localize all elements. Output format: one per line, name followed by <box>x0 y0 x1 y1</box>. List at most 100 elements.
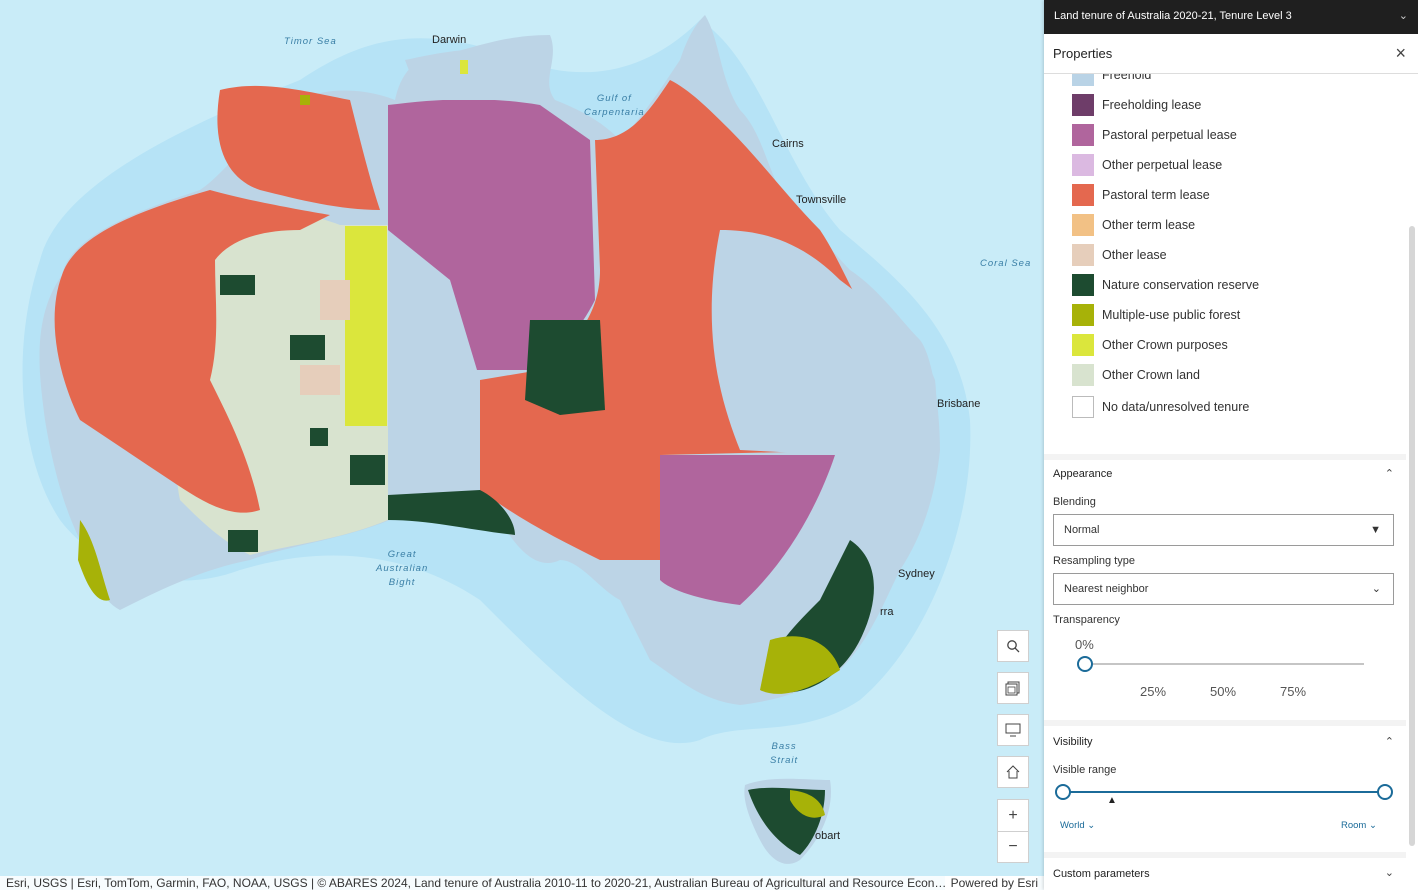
legend-swatch <box>1072 124 1094 146</box>
range-min-handle[interactable] <box>1055 784 1071 800</box>
attribution-text: Esri, USGS | Esri, TomTom, Garmin, FAO, … <box>6 876 947 890</box>
plus-icon: + <box>1008 806 1018 824</box>
close-icon[interactable]: × <box>1395 43 1406 64</box>
legend-item: Nature conservation reserve <box>1072 274 1259 296</box>
city-label: Sydney <box>898 568 935 580</box>
chevron-down-icon[interactable]: ⌄ <box>1385 866 1394 879</box>
basemap-gallery-icon <box>1005 681 1020 696</box>
legend-item: Other lease <box>1072 244 1167 266</box>
transparency-value: 0% <box>1075 637 1094 652</box>
legend-item: Freeholding lease <box>1072 94 1201 116</box>
properties-header: Properties × <box>1044 34 1418 74</box>
legend-label: Nature conservation reserve <box>1102 278 1260 292</box>
legend-swatch <box>1072 334 1094 356</box>
city-label: Darwin <box>432 34 467 46</box>
legend-label: Pastoral perpetual lease <box>1102 128 1237 142</box>
slider-tick-label: 75% <box>1280 684 1307 699</box>
map-canvas[interactable] <box>0 0 1044 890</box>
min-scale-select[interactable]: World ⌄ <box>1060 820 1095 831</box>
legend-swatch <box>1072 94 1094 116</box>
chevron-up-icon[interactable]: ⌃ <box>1385 467 1394 480</box>
screen-button[interactable] <box>997 714 1029 746</box>
blending-select[interactable]: Normal ▼ <box>1053 514 1394 546</box>
legend-item: Other term lease <box>1072 214 1195 236</box>
chevron-up-icon[interactable]: ⌃ <box>1385 735 1394 748</box>
max-scale-select[interactable]: Room ⌄ <box>1341 820 1377 831</box>
legend-label: Other term lease <box>1102 218 1196 232</box>
current-scale-marker: ▲ <box>1107 795 1117 806</box>
zoom-out-button[interactable]: − <box>997 831 1029 863</box>
legend-label: Other lease <box>1102 248 1167 262</box>
resampling-select[interactable]: Nearest neighbor ⌄ <box>1053 573 1394 605</box>
sea-label: Bass Strait <box>770 741 799 766</box>
scrollbar-thumb[interactable] <box>1409 226 1415 846</box>
resampling-label: Resampling type <box>1053 555 1135 567</box>
attribution-bar: Esri, USGS | Esri, TomTom, Garmin, FAO, … <box>0 876 1044 890</box>
basemap-gallery-button[interactable] <box>997 672 1029 704</box>
search-button[interactable] <box>997 630 1029 662</box>
range-max-handle[interactable] <box>1377 784 1393 800</box>
legend-label: Other Crown land <box>1102 368 1200 382</box>
caret-down-icon: ▼ <box>1370 524 1381 536</box>
powered-by-link[interactable]: Powered by Esri <box>944 876 1038 890</box>
legend-label: Multiple-use public forest <box>1102 308 1241 322</box>
city-label: Cairns <box>772 138 804 150</box>
resampling-value: Nearest neighbor <box>1064 583 1149 595</box>
legend-label: Other perpetual lease <box>1102 158 1223 172</box>
legend-swatch <box>1072 214 1094 236</box>
properties-panel: Land tenure of Australia 2020-21, Tenure… <box>1044 0 1418 890</box>
legend-swatch <box>1072 154 1094 176</box>
city-label: Brisbane <box>937 398 981 410</box>
sea-label: Timor Sea <box>284 36 337 47</box>
sea-label: Gulf of Carpentaria <box>584 93 645 118</box>
legend-swatch <box>1072 244 1094 266</box>
legend-item: Other Crown purposes <box>1072 334 1228 356</box>
visible-range-slider[interactable] <box>1062 791 1386 793</box>
sea-label: Great Australian Bight <box>376 549 429 588</box>
sea-label: Coral Sea <box>980 258 1032 269</box>
legend-swatch <box>1072 364 1094 386</box>
divider <box>1044 852 1406 858</box>
chevron-down-icon: ⌄ <box>1371 583 1381 595</box>
legend-swatch <box>1072 396 1094 418</box>
legend-item: Pastoral perpetual lease <box>1072 124 1237 146</box>
chevron-down-icon[interactable]: ⌄ <box>1399 0 1408 32</box>
legend-label: Freeholding lease <box>1102 98 1202 112</box>
slider-tick-label: 50% <box>1210 684 1237 699</box>
appearance-heading[interactable]: Appearance <box>1053 468 1112 480</box>
legend-item: No data/unresolved tenure <box>1072 396 1249 418</box>
legend-item: Freehold <box>1072 74 1151 86</box>
legend-swatch <box>1072 74 1094 86</box>
map-view[interactable]: Darwin Cairns Townsville Brisbane Sydney… <box>0 0 1044 890</box>
blending-value: Normal <box>1064 524 1100 536</box>
legend-item: Other Crown land <box>1072 364 1200 386</box>
zoom-in-button[interactable]: + <box>997 799 1029 831</box>
legend-item: Multiple-use public forest <box>1072 304 1240 326</box>
transparency-slider[interactable] <box>1084 663 1364 665</box>
min-scale-label: World <box>1060 820 1085 831</box>
legend-label: Other Crown purposes <box>1102 338 1228 352</box>
transparency-slider-handle[interactable] <box>1077 656 1093 672</box>
slider-tick-label: 25% <box>1140 684 1167 699</box>
screen-icon <box>1005 723 1021 737</box>
city-label: Townsville <box>796 194 847 206</box>
custom-parameters-heading[interactable]: Custom parameters <box>1053 868 1150 880</box>
legend-swatch <box>1072 304 1094 326</box>
legend-item: Other perpetual lease <box>1072 154 1222 176</box>
layer-title-bar[interactable]: Land tenure of Australia 2020-21, Tenure… <box>1044 0 1418 34</box>
search-icon <box>1007 640 1020 653</box>
visible-range-label: Visible range <box>1053 764 1117 776</box>
home-button[interactable] <box>997 756 1029 788</box>
scrollbar[interactable] <box>1408 74 1416 880</box>
legend-label: No data/unresolved tenure <box>1102 400 1250 414</box>
legend-label: Freehold <box>1102 74 1152 82</box>
legend-label: Pastoral term lease <box>1102 188 1210 202</box>
legend-swatch <box>1072 184 1094 206</box>
blending-label: Blending <box>1053 496 1096 508</box>
city-label: rra <box>880 606 894 618</box>
divider <box>1044 720 1406 726</box>
legend-list: Freehold Freeholding lease Pastoral perpet… <box>1044 74 1406 454</box>
layer-title: Land tenure of Australia 2020-21, Tenure… <box>1054 10 1292 22</box>
max-scale-label: Room <box>1341 820 1367 831</box>
visibility-heading[interactable]: Visibility <box>1053 736 1093 748</box>
